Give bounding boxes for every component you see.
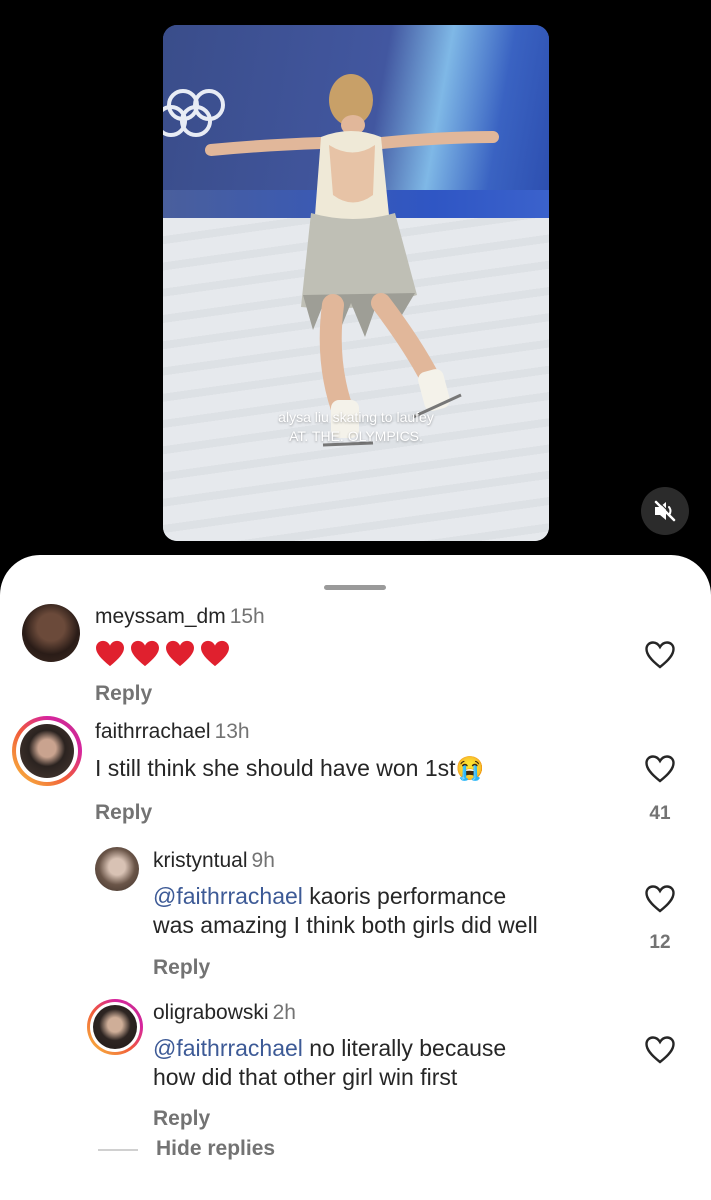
comment-body-line-1: no literally because (302, 1035, 507, 1061)
comment-text: @faithrrachael kaoris performance was am… (153, 882, 538, 940)
avatar-oligrabowski[interactable] (87, 999, 143, 1055)
comment-time: 2h (272, 1001, 296, 1024)
comment-body-line-2: how did that other girl win first (153, 1064, 458, 1090)
like-heart-icon[interactable] (644, 1035, 676, 1065)
hide-replies-button[interactable]: Hide replies (156, 1137, 275, 1161)
hide-replies-divider (98, 1149, 138, 1151)
reply-button[interactable]: Reply (95, 682, 152, 706)
comment-body-line-1: kaoris performance (302, 883, 507, 909)
avatar-faithrrachael[interactable] (12, 716, 82, 786)
comment-time: 9h (251, 849, 275, 872)
username-text[interactable]: kristyntual (153, 849, 248, 872)
comment-username[interactable]: faithrrachael 13h (95, 720, 250, 744)
username-text[interactable]: faithrrachael (95, 720, 211, 743)
mute-button[interactable] (641, 487, 689, 535)
crying-face-emoji: 😭 (455, 755, 485, 781)
comment-text: I still think she should have won 1st😭 (95, 754, 484, 783)
avatar-kristyntual[interactable] (95, 847, 139, 891)
username-text[interactable]: meyssam_dm (95, 605, 226, 628)
comment-text (95, 638, 235, 668)
comment-body-line-2: was amazing I think both girls did well (153, 912, 538, 938)
red-heart-emoji (201, 640, 229, 667)
mention-link[interactable]: @faithrrachael (153, 883, 303, 909)
comment-username[interactable]: oligrabowski 2h (153, 1001, 296, 1025)
video-caption: alysa liu skating to laufey AT. THE. OLY… (163, 408, 549, 446)
username-text[interactable]: oligrabowski (153, 1001, 269, 1024)
red-heart-emoji (96, 640, 124, 667)
reel-video[interactable]: alysa liu skating to laufey AT. THE. OLY… (163, 25, 549, 541)
mention-link[interactable]: @faithrrachael (153, 1035, 303, 1061)
like-heart-icon[interactable] (644, 754, 676, 784)
reply-button[interactable]: Reply (95, 801, 152, 825)
reply-button[interactable]: Reply (153, 1107, 210, 1131)
red-heart-emoji (131, 640, 159, 667)
like-heart-icon[interactable] (644, 884, 676, 914)
comments-sheet: meyssam_dm 15h Reply faithrrachael 13h I s… (0, 555, 711, 1200)
avatar-meyssam_dm[interactable] (22, 604, 80, 662)
like-count: 12 (649, 932, 671, 953)
speaker-muted-icon (654, 500, 676, 522)
caption-line-1: alysa liu skating to laufey (278, 409, 434, 425)
sheet-drag-handle[interactable] (324, 585, 386, 590)
skater-figure (205, 74, 499, 447)
comment-body: I still think she should have won 1st (95, 755, 456, 781)
reply-button[interactable]: Reply (153, 956, 210, 980)
comment-time: 13h (214, 720, 250, 743)
comment-username[interactable]: kristyntual 9h (153, 849, 275, 873)
comment-time: 15h (229, 605, 265, 628)
red-heart-emoji (166, 640, 194, 667)
like-count: 41 (649, 803, 671, 824)
comment-text: @faithrrachael no literally because how … (153, 1034, 506, 1092)
like-heart-icon[interactable] (644, 640, 676, 670)
caption-line-2: AT. THE. OLYMPICS. (289, 428, 423, 444)
comment-username[interactable]: meyssam_dm 15h (95, 605, 265, 629)
